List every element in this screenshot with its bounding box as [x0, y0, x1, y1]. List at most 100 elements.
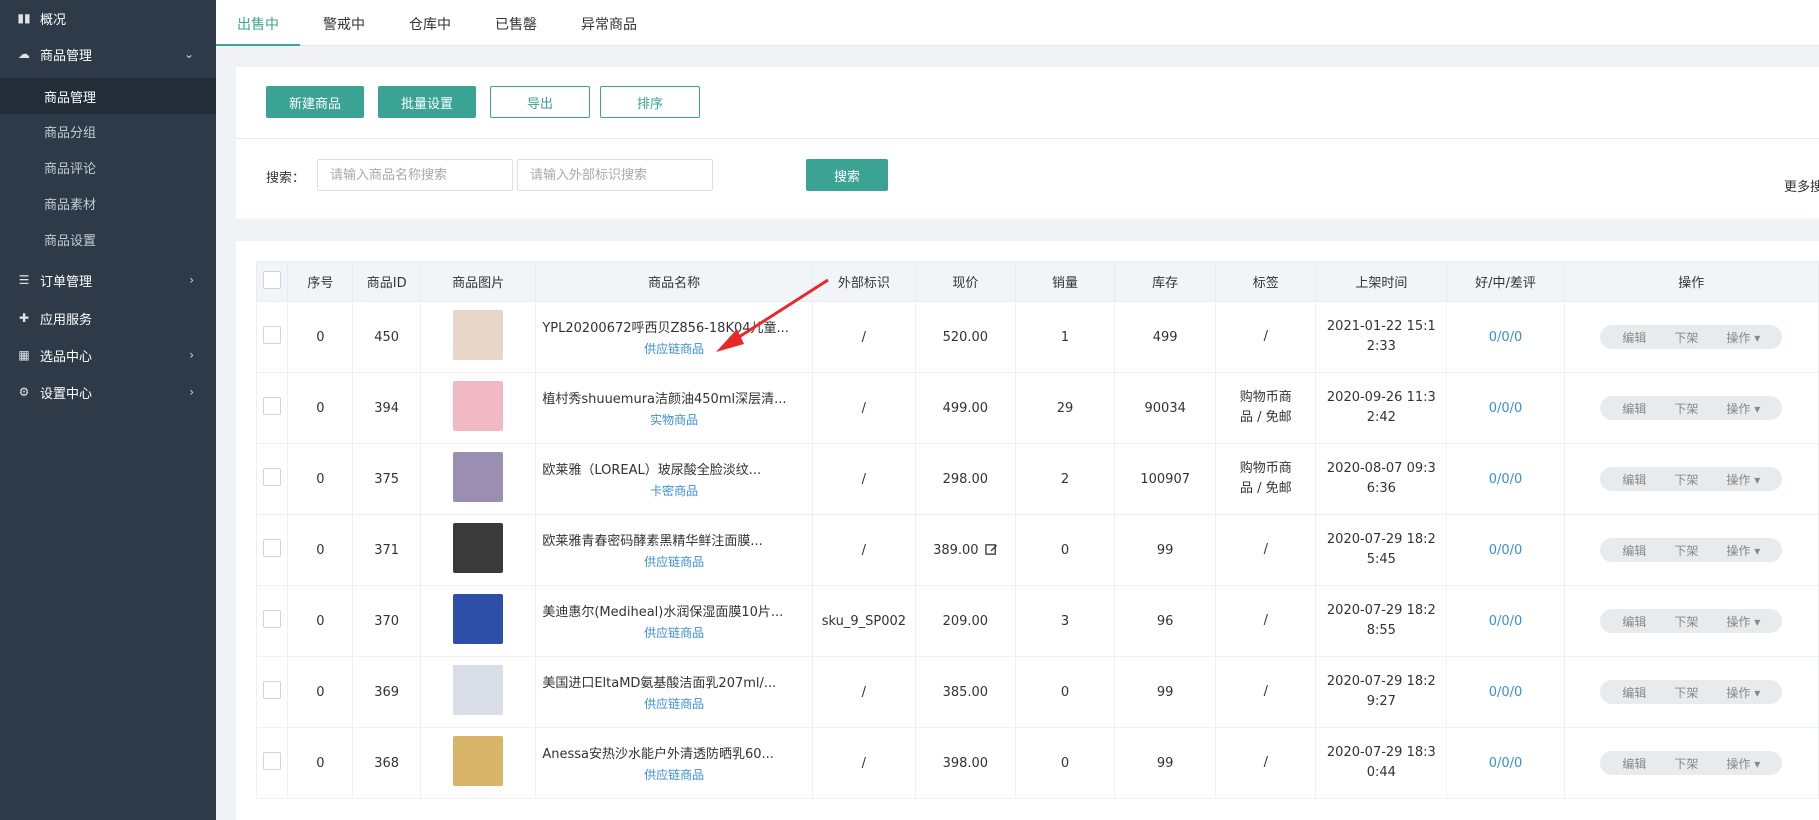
image-cell [419, 443, 537, 515]
tab-abnormal[interactable]: 异常商品 [581, 0, 637, 46]
goods-thumbnail[interactable] [453, 594, 504, 644]
goods-thumbnail[interactable] [453, 665, 504, 715]
checkbox[interactable] [263, 681, 282, 699]
sidebar-subitem-goods-review[interactable]: 商品评论 [44, 150, 96, 184]
rating-link[interactable]: 0/0/0 [1489, 756, 1523, 771]
price-cell: 499.00 [914, 372, 1016, 444]
sort-button[interactable]: 排序 [600, 86, 700, 118]
goods-thumbnail[interactable] [453, 523, 504, 573]
more-ops-dropdown[interactable]: 操作 ▾ [1712, 542, 1774, 559]
rating-link[interactable]: 0/0/0 [1489, 543, 1523, 558]
sidebar-subitem-goods-group[interactable]: 商品分组 [44, 114, 96, 148]
goods-thumbnail[interactable] [453, 381, 504, 431]
goods-name[interactable]: 欧莱雅青春密码酵素黑精华鲜注面膜... [542, 530, 798, 549]
goods-name[interactable]: YPL20200672呼西贝Z856-18K04儿童... [542, 317, 798, 336]
checkbox[interactable] [263, 468, 282, 486]
sidebar-item-overview[interactable]: ▮▮ 概况 [0, 0, 216, 36]
row-select[interactable] [255, 585, 289, 657]
tab-on-sale[interactable]: 出售中 [216, 0, 300, 46]
more-ops-dropdown[interactable]: 操作 ▾ [1712, 613, 1774, 630]
tab-sold-out[interactable]: 已售罄 [495, 0, 537, 46]
checkbox[interactable] [263, 539, 282, 557]
price-value: 398.00 [942, 755, 989, 771]
ops-cell: 编辑 下架 操作 ▾ [1563, 514, 1819, 586]
sidebar-item-apps[interactable]: ✚ 应用服务 [0, 300, 216, 336]
goods-name-search-field[interactable] [318, 160, 512, 190]
goods-name-search-input[interactable] [317, 159, 513, 191]
tab-warning[interactable]: 警戒中 [323, 0, 365, 46]
more-ops-dropdown[interactable]: 操作 ▾ [1712, 471, 1774, 488]
rating-link[interactable]: 0/0/0 [1489, 472, 1523, 487]
tag-cell: / [1215, 514, 1317, 586]
goods-type-link[interactable]: 供应链商品 [542, 553, 806, 570]
export-button[interactable]: 导出 [490, 86, 590, 118]
take-down-button[interactable]: 下架 [1660, 329, 1712, 346]
edit-button[interactable]: 编辑 [1608, 329, 1660, 346]
goods-thumbnail[interactable] [453, 452, 504, 502]
edit-button[interactable]: 编辑 [1608, 542, 1660, 559]
take-down-button[interactable]: 下架 [1660, 755, 1712, 772]
tab-warehouse[interactable]: 仓库中 [409, 0, 451, 46]
checkbox[interactable] [263, 610, 282, 628]
rating-link[interactable]: 0/0/0 [1489, 685, 1523, 700]
goods-type-link[interactable]: 供应链商品 [542, 695, 806, 712]
external-id-search-input[interactable] [517, 159, 713, 191]
goods-type-link[interactable]: 实物商品 [542, 411, 806, 428]
goods-type-link[interactable]: 卡密商品 [542, 482, 806, 499]
edit-button[interactable]: 编辑 [1608, 755, 1660, 772]
row-select[interactable] [255, 514, 289, 586]
checkbox[interactable] [263, 270, 282, 289]
sidebar-subitem-goods-settings[interactable]: 商品设置 [44, 222, 96, 256]
external-id-search-field[interactable] [518, 160, 712, 190]
goods-name[interactable]: 美国进口EltaMD氨基酸洁面乳207ml/... [542, 672, 798, 691]
sidebar-subitem-goods-manage[interactable]: 商品管理 [44, 79, 96, 113]
take-down-button[interactable]: 下架 [1660, 471, 1712, 488]
checkbox[interactable] [263, 326, 282, 344]
sidebar-subitem-goods-material[interactable]: 商品素材 [44, 186, 96, 220]
row-select[interactable] [255, 727, 289, 799]
sidebar-item-selection[interactable]: ▦ 选品中心 › [0, 337, 216, 373]
goods-table: 序号 商品ID 商品图片 商品名称 外部标识 现价 销量 库存 标签 上架时间 … [255, 261, 1819, 799]
batch-settings-button[interactable]: 批量设置 [378, 86, 476, 118]
goods-name[interactable]: Anessa安热沙水能户外清透防晒乳60... [542, 743, 798, 762]
edit-icon[interactable] [984, 543, 998, 556]
row-select[interactable] [255, 301, 289, 373]
row-select[interactable] [255, 656, 289, 728]
new-goods-button[interactable]: 新建商品 [266, 86, 364, 118]
price-value: 209.00 [942, 613, 989, 629]
checkbox[interactable] [263, 752, 282, 770]
search-button[interactable]: 搜索 [806, 159, 888, 191]
sidebar-item-goods[interactable]: ☁ 商品管理 ⌄ [0, 36, 216, 72]
more-ops-dropdown[interactable]: 操作 ▾ [1712, 755, 1774, 772]
edit-button[interactable]: 编辑 [1608, 471, 1660, 488]
more-ops-dropdown[interactable]: 操作 ▾ [1712, 329, 1774, 346]
more-search-link[interactable]: 更多搜 [1784, 176, 1819, 195]
rating-link[interactable]: 0/0/0 [1489, 401, 1523, 416]
goods-type-link[interactable]: 供应链商品 [542, 766, 806, 783]
goods-name[interactable]: 欧莱雅（LOREAL）玻尿酸全脸淡纹... [542, 459, 798, 478]
goods-name[interactable]: 美迪惠尔(Mediheal)水润保湿面膜10片... [542, 601, 798, 620]
edit-button[interactable]: 编辑 [1608, 613, 1660, 630]
header-select-all[interactable] [255, 261, 289, 302]
goods-thumbnail[interactable] [453, 736, 504, 786]
row-select[interactable] [255, 443, 289, 515]
rating-link[interactable]: 0/0/0 [1489, 614, 1523, 629]
sidebar-item-orders[interactable]: ☰ 订单管理 › [0, 262, 216, 298]
goods-type-link[interactable]: 供应链商品 [542, 340, 806, 357]
goods-type-link[interactable]: 供应链商品 [542, 624, 806, 641]
more-ops-dropdown[interactable]: 操作 ▾ [1712, 400, 1774, 417]
take-down-button[interactable]: 下架 [1660, 684, 1712, 701]
sidebar-item-settings[interactable]: ⚙ 设置中心 › [0, 374, 216, 410]
goods-thumbnail[interactable] [453, 310, 504, 360]
take-down-button[interactable]: 下架 [1660, 542, 1712, 559]
grid-icon: ▦ [18, 348, 30, 362]
row-select[interactable] [255, 372, 289, 444]
rating-link[interactable]: 0/0/0 [1489, 330, 1523, 345]
take-down-button[interactable]: 下架 [1660, 613, 1712, 630]
checkbox[interactable] [263, 397, 282, 415]
take-down-button[interactable]: 下架 [1660, 400, 1712, 417]
edit-button[interactable]: 编辑 [1608, 684, 1660, 701]
more-ops-dropdown[interactable]: 操作 ▾ [1712, 684, 1774, 701]
goods-name[interactable]: 植村秀shuuemura洁颜油450ml深层清... [542, 388, 798, 407]
edit-button[interactable]: 编辑 [1608, 400, 1660, 417]
